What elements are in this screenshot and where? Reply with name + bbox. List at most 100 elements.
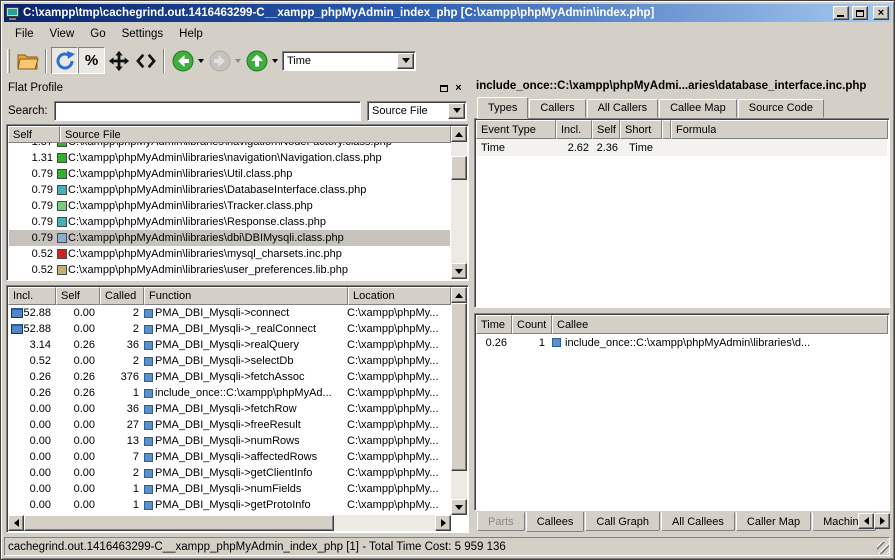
tab[interactable]: Callers	[529, 99, 585, 118]
forward-arrow-icon	[209, 50, 231, 72]
group-by-select[interactable]: Source File	[367, 101, 467, 121]
table-row[interactable]: 52.88 0.00 2 PMA_DBI_Mysqli->_realConnec…	[9, 321, 450, 337]
table-row[interactable]: Time 2.62 2.36 Time	[477, 139, 887, 156]
table-row[interactable]: 0.00 0.00 2 PMA_DBI_Mysqli->getClientInf…	[9, 465, 450, 481]
column-header-callee[interactable]: Callee	[552, 315, 888, 334]
relative-cost-button[interactable]	[132, 47, 159, 74]
table-row[interactable]: 0.00 0.00 7 PMA_DBI_Mysqli->affectedRows…	[9, 449, 450, 465]
list-item[interactable]: 0.79 C:\xampp\phpMyAdmin\libraries\dbi\D…	[9, 230, 450, 246]
table-row[interactable]: 0.00 0.00 13 PMA_DBI_Mysqli->numRows C:\…	[9, 433, 450, 449]
scroll-down-button[interactable]	[451, 499, 467, 515]
scrollbar-thumb[interactable]	[451, 303, 467, 471]
table-row[interactable]: 0.00 0.00 1 PMA_DBI_Mysqli->numFields C:…	[9, 481, 450, 497]
scroll-down-button[interactable]	[451, 263, 467, 279]
list-item[interactable]: 0.79 C:\xampp\phpMyAdmin\libraries\Respo…	[9, 214, 450, 230]
table-row[interactable]: 0.26 0.26 376 PMA_DBI_Mysqli->fetchAssoc…	[9, 369, 450, 385]
maximize-button[interactable]	[852, 6, 868, 20]
scrollbar-track[interactable]	[451, 142, 467, 263]
scroll-right-button[interactable]	[435, 515, 451, 531]
tab[interactable]: All Callers	[587, 99, 659, 118]
table-row[interactable]: 52.88 0.00 2 PMA_DBI_Mysqli->connect C:\…	[9, 305, 450, 321]
angle-brackets-icon	[135, 52, 157, 70]
horizontal-scrollbar[interactable]	[8, 515, 451, 531]
column-header-count[interactable]: Count	[512, 315, 552, 334]
title-bar[interactable]: C:\xampp\tmp\cachegrind.out.1416463299-C…	[4, 4, 891, 22]
menu-item[interactable]: File	[7, 25, 42, 43]
tab[interactable]: Types	[477, 97, 528, 119]
cycle-grouping-button[interactable]	[51, 47, 78, 74]
column-header-function[interactable]: Function	[144, 287, 348, 305]
self-cost: 1.37	[9, 143, 57, 148]
expand-areas-button[interactable]	[105, 47, 132, 74]
menu-item[interactable]: Help	[171, 25, 211, 43]
table-row[interactable]: 3.14 0.26 36 PMA_DBI_Mysqli->realQuery C…	[9, 337, 450, 353]
list-item[interactable]: 1.37 C:\xampp\phpMyAdmin\libraries\navig…	[9, 143, 450, 150]
tab[interactable]: Caller Map	[736, 512, 811, 531]
scrollbar-thumb[interactable]	[24, 515, 334, 531]
vertical-scrollbar[interactable]	[451, 287, 467, 515]
open-file-button[interactable]	[14, 47, 41, 74]
scrollbar-track[interactable]	[451, 303, 467, 499]
tab[interactable]: Callees	[526, 512, 585, 532]
up-button[interactable]	[243, 47, 270, 74]
resize-grip[interactable]	[877, 542, 889, 554]
tab[interactable]: All Callees	[661, 512, 735, 531]
close-dock-button[interactable]: ×	[451, 81, 466, 95]
column-header-formula[interactable]: Formula	[671, 120, 888, 139]
dropdown-button[interactable]	[397, 53, 414, 69]
tab-scroll-left-button[interactable]	[858, 513, 874, 529]
column-header-source-file[interactable]: Source File	[60, 126, 451, 143]
up-dropdown-arrow[interactable]	[270, 47, 280, 74]
column-header-self[interactable]: Self	[8, 126, 60, 143]
column-header-self[interactable]: Self	[56, 287, 100, 305]
column-header-time[interactable]: Time	[476, 315, 512, 334]
table-row[interactable]: 0.26 1 include_once::C:\xampp\phpMyAdmin…	[477, 334, 887, 351]
scrollbar-thumb[interactable]	[451, 156, 467, 180]
list-item[interactable]: 0.79 C:\xampp\phpMyAdmin\libraries\Util.…	[9, 166, 450, 182]
tab-scroll-right-button[interactable]	[874, 513, 890, 529]
event-type-select[interactable]: Time	[282, 51, 416, 71]
scrollbar-track[interactable]	[24, 515, 435, 531]
forward-button[interactable]	[206, 47, 233, 74]
dock-header[interactable]: Flat Profile ×	[5, 79, 469, 97]
vertical-scrollbar[interactable]	[451, 126, 467, 279]
tab[interactable]: Callee Map	[659, 99, 737, 118]
list-item[interactable]: 0.52 C:\xampp\phpMyAdmin\libraries\user_…	[9, 262, 450, 278]
scroll-left-button[interactable]	[8, 515, 24, 531]
self-cost-cell: 0.00	[55, 355, 99, 367]
list-item[interactable]: 0.79 C:\xampp\phpMyAdmin\libraries\Datab…	[9, 182, 450, 198]
column-header-event-type[interactable]: Event Type	[476, 120, 556, 139]
table-row[interactable]: 0.26 0.26 1 include_once::C:\xampp\phpMy…	[9, 385, 450, 401]
menu-item[interactable]: Go	[82, 25, 113, 43]
table-row[interactable]: 0.00 0.00 27 PMA_DBI_Mysqli->freeResult …	[9, 417, 450, 433]
scroll-up-button[interactable]	[451, 287, 467, 303]
forward-dropdown-arrow[interactable]	[233, 47, 243, 74]
column-header-incl[interactable]: Incl.	[8, 287, 56, 305]
scroll-up-button[interactable]	[451, 126, 467, 142]
toolbar-handle[interactable]	[7, 49, 10, 73]
dropdown-button[interactable]	[448, 103, 465, 119]
back-button[interactable]	[169, 47, 196, 74]
column-header-incl[interactable]: Incl.	[556, 120, 592, 139]
search-input[interactable]	[54, 101, 361, 121]
table-row[interactable]: 0.00 0.00 36 PMA_DBI_Mysqli->fetchRow C:…	[9, 401, 450, 417]
tab[interactable]: Parts	[477, 512, 525, 531]
float-dock-button[interactable]	[436, 81, 451, 95]
table-row[interactable]: 0.00 0.00 1 PMA_DBI_Mysqli->getProtoInfo…	[9, 497, 450, 513]
menu-item[interactable]: View	[42, 25, 83, 43]
list-item[interactable]: 1.31 C:\xampp\phpMyAdmin\libraries\navig…	[9, 150, 450, 166]
column-header-location[interactable]: Location	[348, 287, 451, 305]
percent-toggle-button[interactable]: %	[78, 47, 105, 74]
list-item[interactable]: 0.52 C:\xampp\phpMyAdmin\libraries\mysql…	[9, 246, 450, 262]
column-header-short[interactable]: Short	[620, 120, 662, 139]
list-item[interactable]: 0.79 C:\xampp\phpMyAdmin\libraries\Track…	[9, 198, 450, 214]
column-header-self[interactable]: Self	[592, 120, 620, 139]
tab[interactable]: Call Graph	[585, 512, 660, 531]
minimize-button[interactable]	[833, 6, 849, 20]
close-button[interactable]: ×	[873, 6, 889, 20]
column-header-called[interactable]: Called	[100, 287, 144, 305]
tab[interactable]: Source Code	[738, 99, 824, 118]
back-dropdown-arrow[interactable]	[196, 47, 206, 74]
table-row[interactable]: 0.52 0.00 2 PMA_DBI_Mysqli->selectDb C:\…	[9, 353, 450, 369]
menu-item[interactable]: Settings	[114, 25, 172, 43]
